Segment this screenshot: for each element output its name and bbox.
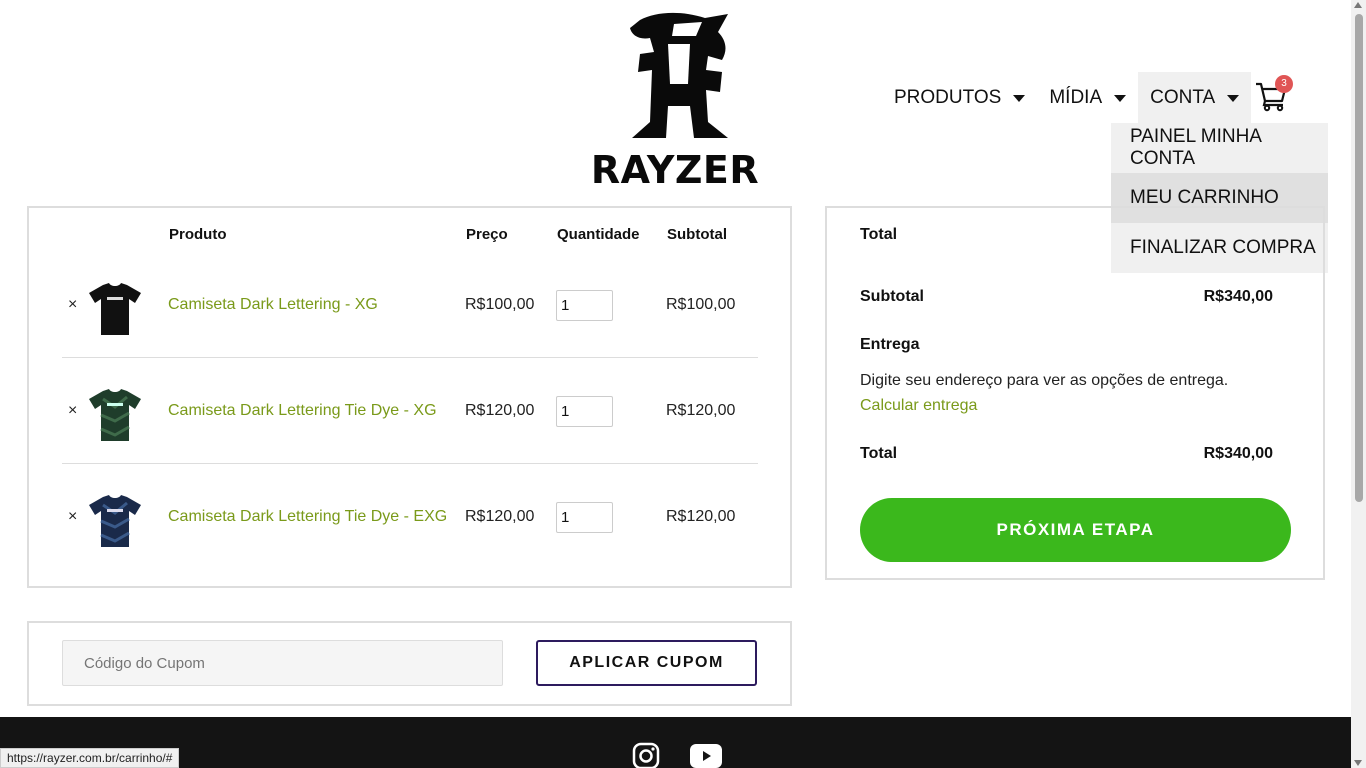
shipping-label: Entrega xyxy=(860,336,920,353)
total-label: Total xyxy=(860,445,898,462)
next-step-button[interactable]: PRÓXIMA ETAPA xyxy=(860,498,1291,562)
column-header-produto: Produto xyxy=(169,226,227,243)
cart-table: Produto Preço Quantidade Subtotal × Cami… xyxy=(27,206,792,588)
quantity-input[interactable] xyxy=(556,502,613,533)
remove-item-icon[interactable]: × xyxy=(68,402,77,420)
page-scrollbar[interactable] xyxy=(1351,0,1366,768)
brand-name: RAYZER xyxy=(590,148,760,192)
table-row: × Camiseta Dark Lettering Tie Dye - EXG … xyxy=(62,464,758,570)
product-thumbnail[interactable] xyxy=(85,491,145,551)
product-subtotal: R$100,00 xyxy=(666,296,736,313)
table-row: × Camiseta Dark Lettering - XG R$100,00 … xyxy=(62,252,758,358)
coupon-section: APLICAR CUPOM xyxy=(27,621,792,706)
scrollbar-thumb[interactable] xyxy=(1355,14,1363,502)
remove-item-icon[interactable]: × xyxy=(68,508,77,526)
quantity-input[interactable] xyxy=(556,290,613,321)
main-nav: PRODUTOS MÍDIA CONTA xyxy=(882,72,1252,124)
brand-logo[interactable]: RAYZER xyxy=(584,8,766,192)
nav-item-label: MÍDIA xyxy=(1049,87,1103,108)
column-header-quantidade: Quantidade xyxy=(557,226,640,243)
product-subtotal: R$120,00 xyxy=(666,508,736,525)
product-price: R$120,00 xyxy=(465,508,535,525)
caret-down-icon xyxy=(1013,94,1026,102)
nav-item-conta[interactable]: CONTA xyxy=(1138,72,1252,124)
coupon-code-input[interactable] xyxy=(62,640,503,686)
calculate-shipping-link[interactable]: Calcular entrega xyxy=(860,397,977,415)
apply-coupon-button[interactable]: APLICAR CUPOM xyxy=(536,640,757,686)
shipping-text: Digite seu endereço para ver as opções d… xyxy=(860,372,1229,389)
totals-heading: Total xyxy=(860,226,898,243)
product-name-link[interactable]: Camiseta Dark Lettering Tie Dye - XG xyxy=(168,402,437,420)
remove-item-icon[interactable]: × xyxy=(68,296,77,314)
product-subtotal: R$120,00 xyxy=(666,402,736,419)
total-value: R$340,00 xyxy=(1203,445,1273,462)
column-header-subtotal: Subtotal xyxy=(667,226,727,243)
nav-item-label: CONTA xyxy=(1150,87,1216,108)
product-name-link[interactable]: Camiseta Dark Lettering Tie Dye - EXG xyxy=(168,508,447,526)
caret-down-icon xyxy=(1114,94,1127,102)
subtotal-label: Subtotal xyxy=(860,288,924,305)
nav-item-label: PRODUTOS xyxy=(894,87,1002,108)
nav-item-produtos[interactable]: PRODUTOS xyxy=(882,72,1037,124)
cart-totals: Total Subtotal R$340,00 Entrega Digite s… xyxy=(825,206,1325,580)
product-price: R$120,00 xyxy=(465,402,535,419)
caret-down-icon xyxy=(1227,94,1240,102)
scroll-up-arrow-icon[interactable] xyxy=(1354,2,1362,8)
menu-item-painel-minha-conta[interactable]: PAINEL MINHA CONTA xyxy=(1111,123,1328,173)
status-bar-url: https://rayzer.com.br/carrinho/# xyxy=(0,748,180,768)
scroll-down-arrow-icon[interactable] xyxy=(1354,760,1362,766)
cart-count-badge: 3 xyxy=(1275,75,1293,93)
product-price: R$100,00 xyxy=(465,296,535,313)
youtube-icon[interactable] xyxy=(690,744,722,768)
product-thumbnail[interactable] xyxy=(85,385,145,445)
site-footer xyxy=(0,717,1351,768)
nav-item-midia[interactable]: MÍDIA xyxy=(1037,72,1138,124)
product-thumbnail[interactable] xyxy=(85,279,145,339)
instagram-icon[interactable] xyxy=(632,742,660,768)
table-row: × Camiseta Dark Lettering Tie Dye - XG R… xyxy=(62,358,758,464)
subtotal-value: R$340,00 xyxy=(1203,288,1273,305)
product-name-link[interactable]: Camiseta Dark Lettering - XG xyxy=(168,296,378,314)
rayzer-emblem-icon xyxy=(630,12,728,138)
quantity-input[interactable] xyxy=(556,396,613,427)
column-header-preco: Preço xyxy=(466,226,508,243)
